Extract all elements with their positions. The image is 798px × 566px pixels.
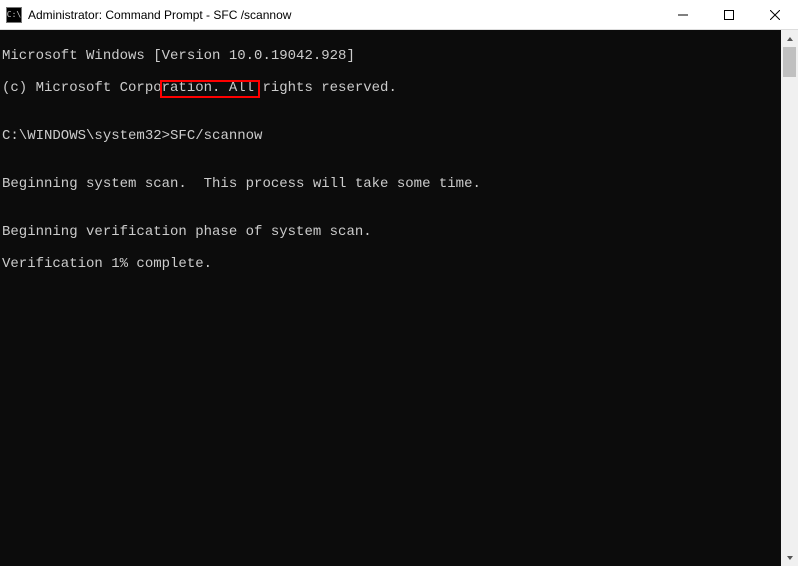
minimize-button[interactable] [660,0,706,29]
terminal-area: Microsoft Windows [Version 10.0.19042.92… [0,30,798,566]
scroll-down-arrow-icon[interactable] [781,549,798,566]
output-line: Beginning system scan. This process will… [2,176,781,192]
cmd-icon-text: C:\ [7,10,21,19]
window-title: Administrator: Command Prompt - SFC /sca… [28,8,660,22]
maximize-button[interactable] [706,0,752,29]
output-line: Verification 1% complete. [2,256,781,272]
terminal-output[interactable]: Microsoft Windows [Version 10.0.19042.92… [0,30,781,566]
scroll-track[interactable] [781,47,798,549]
window-controls [660,0,798,29]
output-line: Beginning verification phase of system s… [2,224,781,240]
scroll-thumb[interactable] [783,47,796,77]
close-button[interactable] [752,0,798,29]
prompt-path: C:\WINDOWS\system32> [2,128,170,144]
scroll-up-arrow-icon[interactable] [781,30,798,47]
command-prompt-window: C:\ Administrator: Command Prompt - SFC … [0,0,798,566]
output-line: (c) Microsoft Corporation. All rights re… [2,80,781,96]
prompt-line: C:\WINDOWS\system32>SFC/scannow [2,128,781,144]
output-line: Microsoft Windows [Version 10.0.19042.92… [2,48,781,64]
titlebar[interactable]: C:\ Administrator: Command Prompt - SFC … [0,0,798,30]
vertical-scrollbar[interactable] [781,30,798,566]
cmd-icon: C:\ [6,7,22,23]
command-text: SFC/scannow [170,128,262,144]
